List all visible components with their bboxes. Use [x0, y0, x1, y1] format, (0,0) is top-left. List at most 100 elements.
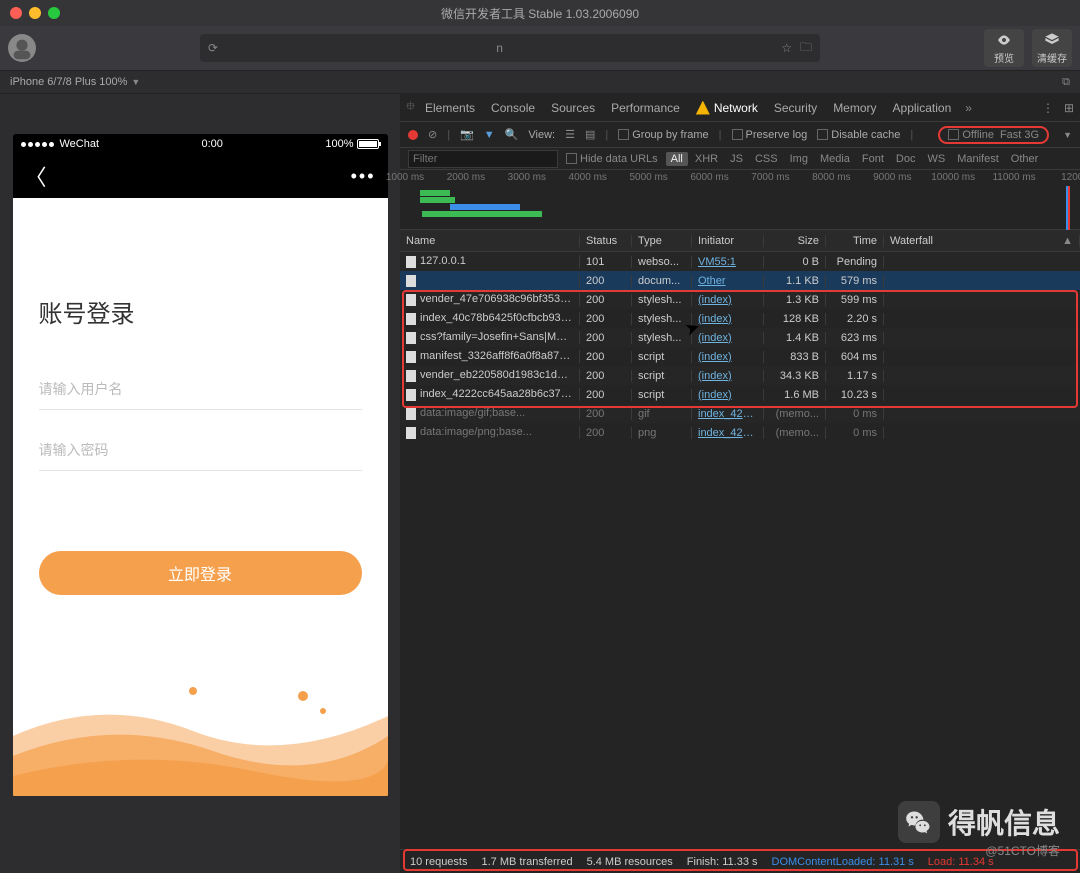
col-name[interactable]: Name [400, 235, 580, 247]
warning-icon [696, 101, 710, 115]
disable-cache-checkbox[interactable]: Disable cache [817, 129, 900, 141]
clear-cache-button[interactable]: 清缓存 [1032, 29, 1072, 67]
maximize-icon[interactable] [48, 7, 60, 19]
file-icon [406, 408, 416, 420]
simulator-area: WeChat 0:00 100% 〈 ••• 账号登录 立即登录 [0, 94, 400, 873]
clear-icon[interactable]: ⊘ [428, 128, 437, 141]
tab-network[interactable]: Network [688, 94, 766, 122]
tabs-overflow-icon[interactable]: » [965, 101, 972, 115]
username-field[interactable] [39, 369, 362, 410]
tab-application[interactable]: Application [885, 94, 960, 122]
preview-button[interactable]: 预览 [984, 29, 1024, 67]
filter-chip-doc[interactable]: Doc [891, 152, 921, 166]
view-large-icon[interactable]: ▤ [585, 128, 595, 141]
group-by-frame-checkbox[interactable]: Group by frame [618, 129, 708, 141]
hide-data-urls-checkbox[interactable]: Hide data URLs [566, 153, 658, 165]
view-label: View: [528, 129, 555, 141]
capture-icon[interactable]: 📷 [460, 128, 474, 141]
status-requests: 10 requests [410, 856, 467, 868]
table-row[interactable]: data:image/gif;base...200gifindex_4222cc… [400, 404, 1080, 423]
file-icon [406, 275, 416, 287]
filter-input[interactable] [408, 150, 558, 168]
col-time[interactable]: Time [826, 235, 884, 247]
back-icon[interactable]: 〈 [25, 160, 47, 192]
col-size[interactable]: Size [764, 235, 826, 247]
offline-checkbox[interactable]: Offline [948, 129, 994, 141]
clock: 0:00 [201, 138, 222, 150]
filter-chip-ws[interactable]: WS [922, 152, 950, 166]
table-row[interactable]: index_40c78b6425f0cfbcb93fa...200stylesh… [400, 309, 1080, 328]
devtools-panel: ⯐ ElementsConsoleSourcesPerformanceNetwo… [400, 94, 1080, 873]
filter-icon[interactable]: ▼ [484, 129, 495, 141]
device-selector[interactable]: iPhone 6/7/8 Plus 100% ▼ [10, 76, 140, 88]
throttle-selector[interactable]: Offline Fast 3G [938, 126, 1049, 144]
filter-chip-media[interactable]: Media [815, 152, 855, 166]
table-row[interactable]: vender_eb220580d1983c1d24...200script(in… [400, 366, 1080, 385]
address-bar[interactable]: ⟳ n ☆ 🗀 [200, 34, 820, 62]
col-waterfall[interactable]: Waterfall▲ [884, 235, 1080, 247]
inspect-icon[interactable]: ⯐ [406, 97, 415, 118]
close-icon[interactable] [10, 7, 22, 19]
table-row[interactable]: 200docum...Other1.1 KB579 ms [400, 271, 1080, 290]
tab-memory[interactable]: Memory [825, 94, 884, 122]
table-row[interactable]: 127.0.0.1101webso...VM55:10 BPending [400, 252, 1080, 271]
tab-security[interactable]: Security [766, 94, 825, 122]
chevron-down-icon[interactable]: ▼ [1063, 130, 1072, 140]
folder-icon[interactable]: 🗀 [800, 38, 812, 59]
table-row[interactable]: data:image/png;base...200pngindex_4222cc… [400, 423, 1080, 442]
timeline[interactable]: 1000 ms2000 ms3000 ms4000 ms5000 ms6000 … [400, 170, 1080, 230]
eye-icon [996, 32, 1012, 48]
filter-chip-font[interactable]: Font [857, 152, 889, 166]
tab-performance[interactable]: Performance [603, 94, 688, 122]
star-icon[interactable]: ☆ [781, 41, 792, 55]
more-icon[interactable]: ••• [351, 166, 376, 187]
status-finish: Finish: 11.33 s [687, 856, 758, 868]
table-row[interactable]: manifest_3326aff8f6a0f8a87e8...200script… [400, 347, 1080, 366]
filter-chip-xhr[interactable]: XHR [690, 152, 723, 166]
filter-chip-other[interactable]: Other [1006, 152, 1044, 166]
chevron-down-icon: ▼ [131, 77, 140, 87]
table-row[interactable]: vender_47e706938c96bf353e7...200stylesh.… [400, 290, 1080, 309]
settings-icon[interactable]: ⋮ [1042, 101, 1054, 115]
filter-chip-js[interactable]: JS [725, 152, 748, 166]
filter-chip-css[interactable]: CSS [750, 152, 783, 166]
tab-sources[interactable]: Sources [543, 94, 603, 122]
col-type[interactable]: Type [632, 235, 692, 247]
status-transferred: 1.7 MB transferred [481, 856, 572, 868]
tab-elements[interactable]: Elements [417, 94, 483, 122]
table-header: Name Status Type Initiator Size Time Wat… [400, 230, 1080, 252]
col-initiator[interactable]: Initiator [692, 235, 764, 247]
detach-icon[interactable]: ⧉ [1062, 76, 1070, 89]
record-icon[interactable] [408, 130, 418, 140]
phone-statusbar: WeChat 0:00 100% [13, 134, 388, 154]
col-status[interactable]: Status [580, 235, 632, 247]
search-icon[interactable]: 🔍 [505, 128, 519, 141]
table-row[interactable]: css?family=Josefin+Sans|Mon...200stylesh… [400, 328, 1080, 347]
table-row[interactable]: index_4222cc645aa28b6c376f.js200script(i… [400, 385, 1080, 404]
network-table: Name Status Type Initiator Size Time Wat… [400, 230, 1080, 849]
filter-chip-img[interactable]: Img [785, 152, 813, 166]
phone-simulator: WeChat 0:00 100% 〈 ••• 账号登录 立即登录 [13, 134, 388, 796]
battery-icon [357, 139, 379, 149]
status-resources: 5.4 MB resources [587, 856, 673, 868]
file-icon [406, 294, 416, 306]
preserve-log-checkbox[interactable]: Preserve log [732, 129, 808, 141]
password-field[interactable] [39, 430, 362, 471]
avatar[interactable] [8, 34, 36, 62]
view-list-icon[interactable]: ☰ [565, 128, 575, 141]
tab-console[interactable]: Console [483, 94, 543, 122]
filter-chip-all[interactable]: All [666, 152, 688, 166]
app-window: 微信开发者工具 Stable 1.03.2006090 ⟳ n ☆ 🗀 预览 清… [0, 0, 1080, 873]
login-title: 账号登录 [39, 294, 362, 329]
phone-navbar: 〈 ••• [13, 154, 388, 198]
minimize-icon[interactable] [29, 7, 41, 19]
battery-indicator: 100% [325, 138, 379, 150]
reload-icon[interactable]: ⟳ [208, 41, 218, 55]
dock-icon[interactable]: ⊞ [1064, 101, 1074, 115]
filter-chip-manifest[interactable]: Manifest [952, 152, 1004, 166]
file-icon [406, 332, 416, 344]
login-button[interactable]: 立即登录 [39, 551, 362, 595]
file-icon [406, 370, 416, 382]
file-icon [406, 427, 416, 439]
window-controls [10, 7, 60, 19]
